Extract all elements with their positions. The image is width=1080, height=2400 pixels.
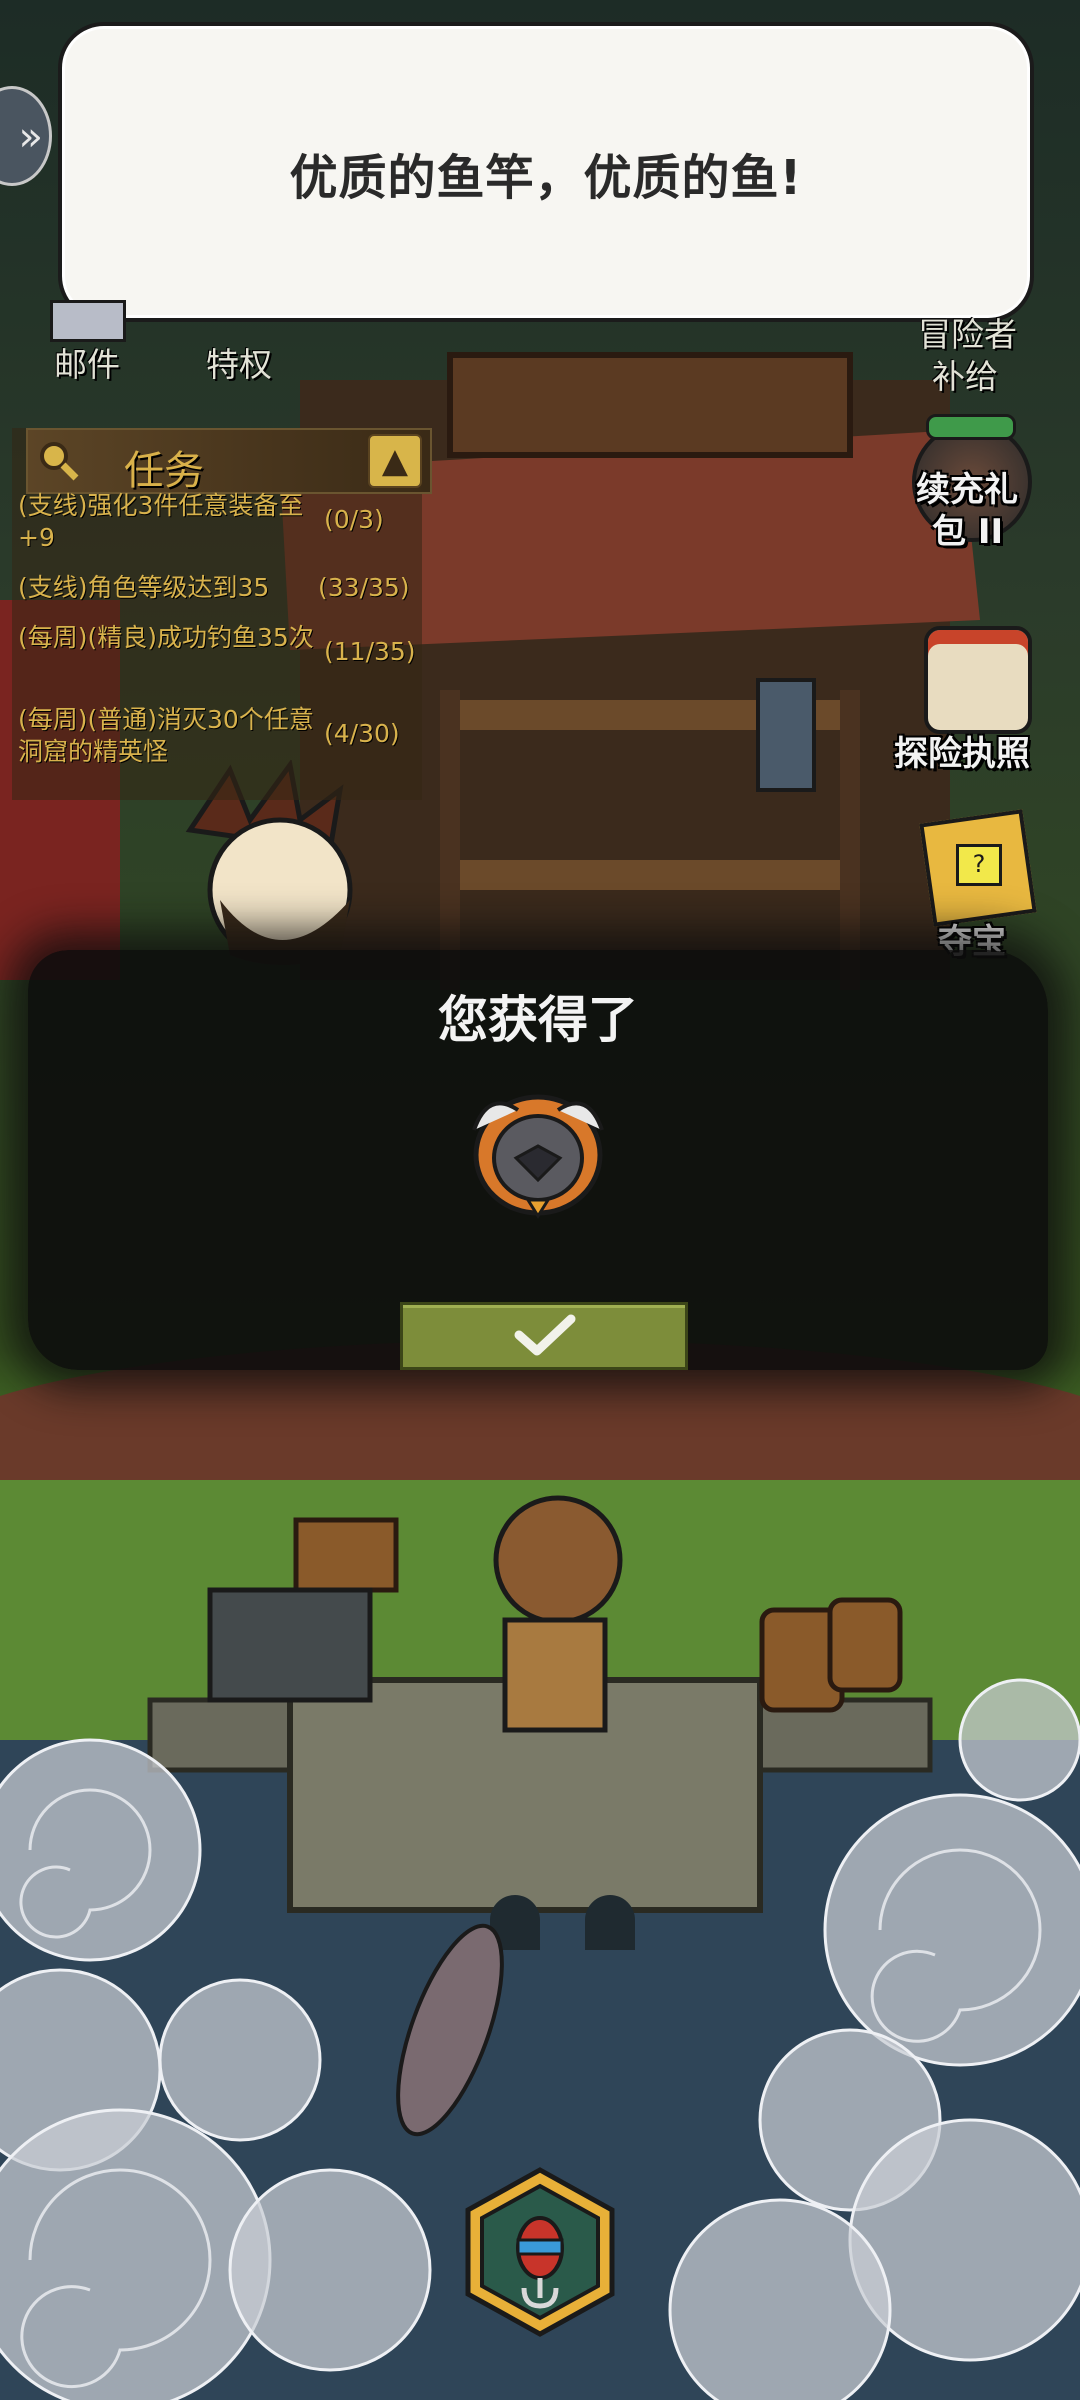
reward-item-helmet[interactable] (468, 1090, 608, 1220)
mail-label: 邮件 (54, 345, 120, 384)
task-text: (每周)(精良)成功钓鱼35次 (18, 623, 314, 652)
task-item[interactable]: (支线)角色等级达到35 (33/35) (18, 572, 418, 612)
gift-pack-label-line1: 续充礼 (916, 470, 1018, 510)
scroll-icon (924, 626, 1032, 734)
task-item[interactable]: (每周)(精良)成功钓鱼35次 (11/35) (18, 622, 418, 686)
confirm-button[interactable] (400, 1302, 688, 1370)
fishing-bait-button[interactable] (462, 2166, 618, 2338)
task-text: (每周)(普通)消灭30个任意洞窟的精英怪 (18, 705, 314, 766)
search-icon[interactable] (36, 438, 80, 482)
task-panel: 任务 ▲ (支线)强化3件任意装备至+9 (0/3) (支线)角色等级达到35 … (12, 428, 432, 800)
task-progress: (4/30) (324, 719, 400, 748)
task-item[interactable]: (每周)(普通)消灭30个任意洞窟的精英怪 (4/30) (18, 704, 418, 768)
task-text: (支线)角色等级达到35 (18, 573, 270, 602)
fishing-bait-icon (465, 2167, 615, 2337)
supply-label-line2: 补给 (932, 357, 998, 396)
gift-pack-button[interactable]: 续充礼 包 II (896, 410, 1046, 580)
mail-button[interactable]: 邮件 (40, 300, 130, 384)
task-item[interactable]: (支线)强化3件任意装备至+9 (0/3) (18, 490, 418, 554)
task-progress: (33/35) (318, 573, 410, 602)
mystery-question-icon: ? (956, 844, 1002, 886)
task-progress: (11/35) (324, 637, 416, 666)
ribbon-icon (926, 414, 1016, 440)
checkmark-icon (514, 1314, 576, 1356)
treasure-button[interactable]: ? 夺宝 (890, 800, 1060, 970)
mail-icon (50, 300, 126, 342)
double-chevron-icon: » (18, 114, 43, 160)
adventure-license-label: 探险执照 (894, 734, 1030, 774)
task-text: (支线)强化3件任意装备至+9 (18, 491, 304, 552)
adventure-license-button[interactable]: 探险执照 (890, 610, 1060, 790)
speech-bubble: 优质的鱼竿，优质的鱼! (58, 22, 1034, 322)
task-panel-title: 任务 (124, 448, 204, 494)
task-progress: (0/3) (324, 505, 384, 534)
supply-label-line1: 冒险者 (918, 315, 1017, 354)
speech-bubble-text: 优质的鱼竿，优质的鱼! (289, 150, 803, 206)
task-panel-header: 任务 ▲ (26, 428, 432, 494)
arrow-up-icon: ▲ (381, 441, 409, 481)
privilege-button[interactable]: 特权 (200, 320, 290, 384)
adventurer-supply-button[interactable]: 冒险者 补给 (912, 300, 1032, 400)
privilege-label: 特权 (206, 345, 272, 384)
reward-popup: 您获得了 (28, 950, 1048, 1370)
collapse-task-button[interactable]: ▲ (368, 434, 422, 488)
gift-pack-label-line2: 包 II (932, 512, 1004, 552)
reward-popup-title: 您获得了 (438, 991, 638, 1049)
helmet-icon (472, 1094, 604, 1219)
